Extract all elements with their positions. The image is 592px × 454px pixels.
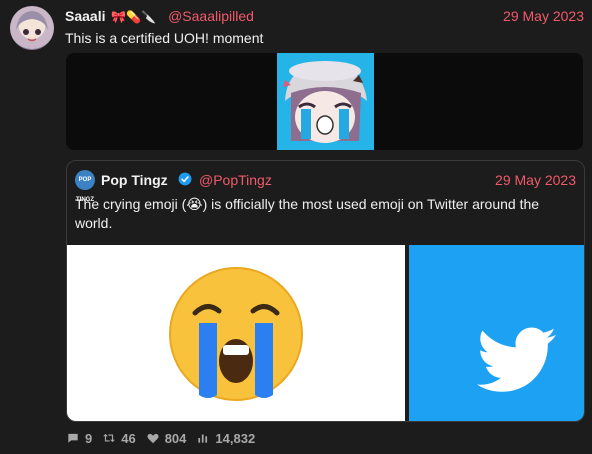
author-name[interactable]: Saaali (65, 8, 105, 24)
reply-stat[interactable]: 9 (66, 431, 92, 446)
quoted-avatar[interactable]: POP TINGZ (75, 170, 95, 203)
tweet-stats: 9 46 804 14,832 (66, 430, 265, 446)
twitter-logo-image[interactable] (409, 245, 584, 421)
retweet-stat[interactable]: 46 (102, 430, 136, 446)
heart-icon (147, 433, 159, 444)
verified-icon (178, 172, 192, 186)
quoted-author-name[interactable]: Pop Tingz (101, 172, 168, 188)
retweet-icon (103, 433, 116, 443)
like-stat[interactable]: 804 (146, 430, 187, 446)
quoted-handle[interactable]: @PopTingz (199, 172, 272, 188)
tweet-media[interactable] (66, 53, 583, 150)
tweet-header: Saaali 🎀💊🔪 @Saaalipilled 29 May 2023 (65, 8, 584, 26)
like-count: 804 (164, 430, 187, 446)
view-count: 14,832 (215, 430, 256, 446)
quoted-date[interactable]: 29 May 2023 (495, 172, 576, 188)
quoted-tweet[interactable]: POP TINGZ Pop Tingz @PopTingz 29 May 202… (66, 160, 585, 422)
reply-count: 9 (85, 430, 93, 446)
retweet-count: 46 (121, 430, 136, 446)
author-emojis: 🎀💊🔪 (111, 10, 157, 24)
author-avatar[interactable] (10, 6, 54, 50)
twitter-bird-icon (476, 327, 556, 392)
views-chart-icon (198, 434, 208, 443)
tweet-date[interactable]: 29 May 2023 (503, 8, 584, 24)
reply-icon (68, 433, 78, 443)
views-stat[interactable]: 14,832 (196, 431, 255, 446)
quoted-text: The crying emoji (😭) is officially the m… (75, 196, 540, 231)
anime-crying-image[interactable] (277, 53, 374, 150)
author-handle[interactable]: @Saaalipilled (168, 8, 254, 24)
quoted-header: POP TINGZ Pop Tingz @PopTingz 29 May 202… (75, 170, 576, 203)
tweet-text: This is a certified UOH! moment (65, 30, 264, 46)
crying-emoji-image[interactable] (67, 245, 405, 421)
